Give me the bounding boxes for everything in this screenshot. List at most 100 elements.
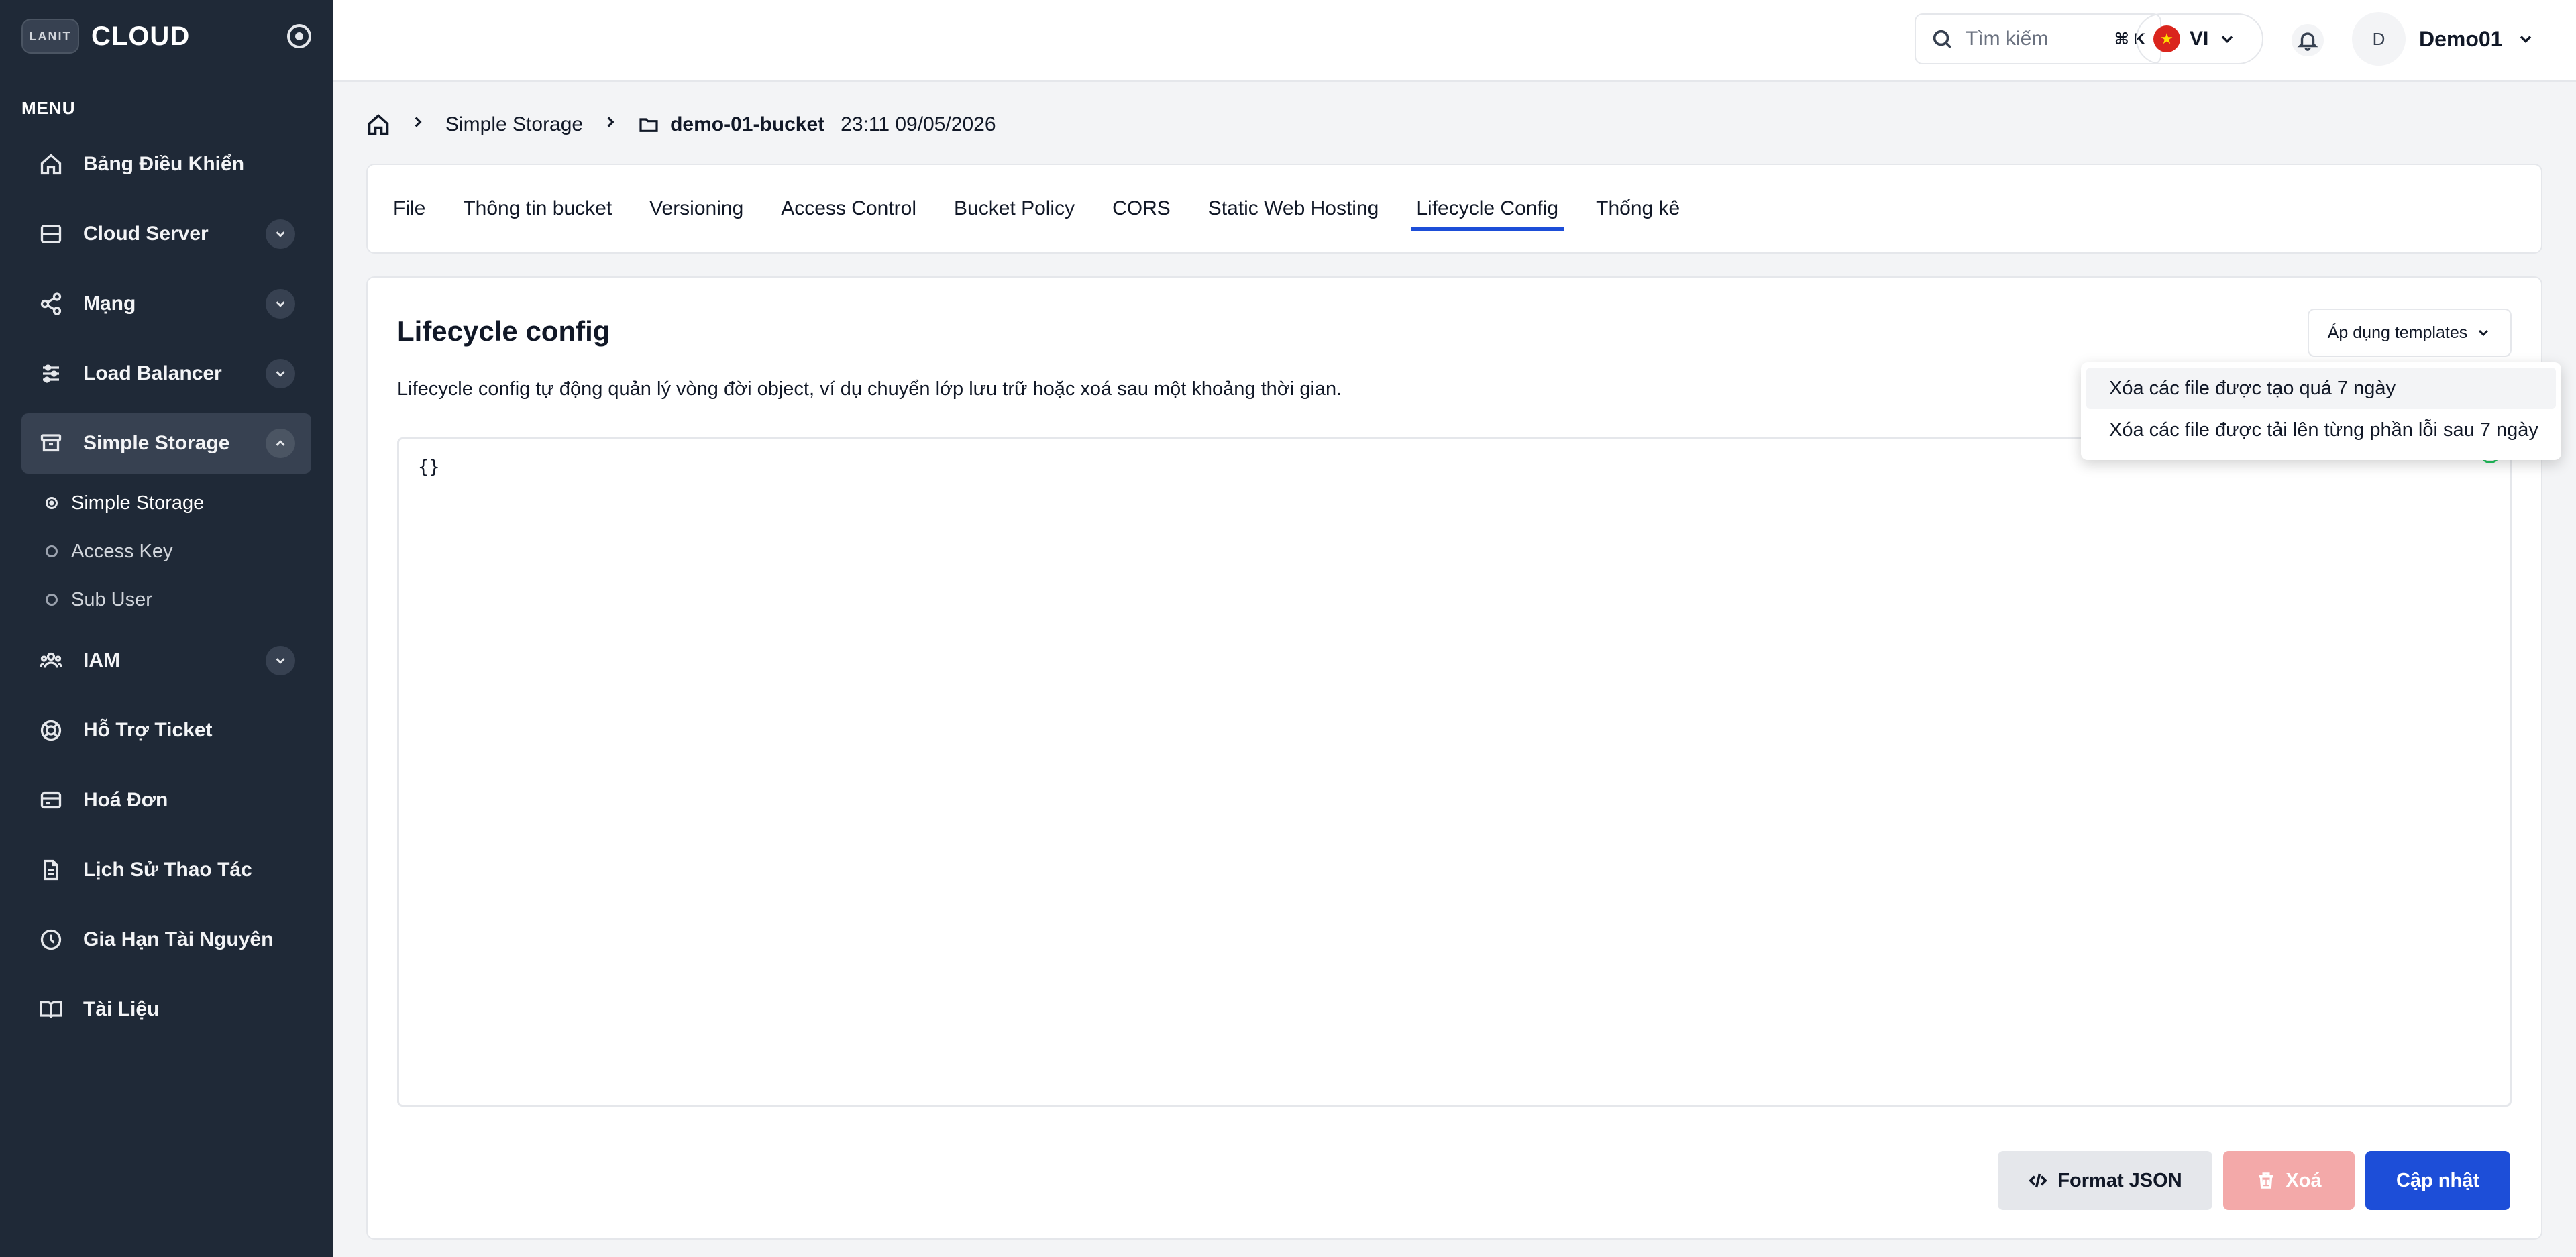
chevron-right-icon (409, 113, 427, 136)
sidebar-item-dashboard[interactable]: Bảng Điều Khiển (21, 134, 311, 195)
username: Demo01 (2419, 26, 2503, 51)
sidebar-item-simple-storage[interactable]: Simple Storage (21, 413, 311, 474)
menu-label: MENU (21, 98, 76, 118)
brand-logo: LANIT (21, 19, 79, 54)
apply-templates-label: Áp dụng templates (2327, 323, 2468, 342)
search-icon (1933, 30, 1952, 49)
storage-subnav: Simple Storage Access Key Sub User (21, 479, 311, 624)
chevron-down-icon (2222, 36, 2233, 43)
document-icon (39, 858, 63, 882)
bucket-name: demo-01-bucket (670, 113, 825, 135)
dot-icon (46, 545, 58, 557)
book-icon (39, 997, 63, 1022)
sidebar-item-iam[interactable]: IAM (21, 631, 311, 691)
sidebar-item-label: Tài Liệu (83, 998, 160, 1020)
subnav-item-label: Access Key (71, 540, 173, 562)
sidebar-item-label: Bảng Điều Khiển (83, 153, 245, 175)
sidebar-item-cloud-server[interactable]: Cloud Server (21, 204, 311, 264)
chevron-down-icon[interactable] (266, 359, 295, 388)
credit-card-icon (39, 788, 63, 812)
tab-bucket-policy[interactable]: Bucket Policy (954, 164, 1075, 254)
lifecycle-description: Lifecycle config tự động quản lý vòng đờ… (397, 378, 1342, 400)
subnav-item-simple-storage[interactable]: Simple Storage (21, 479, 311, 527)
bucket-timestamp: 23:11 09/05/2026 (841, 113, 996, 135)
sidebar-item-support-ticket[interactable]: Hỗ Trợ Ticket (21, 700, 311, 761)
sidebar-item-label: Mạng (83, 292, 136, 315)
subnav-item-access-key[interactable]: Access Key (21, 527, 311, 576)
chevron-down-icon (2520, 36, 2531, 43)
sliders-icon (39, 362, 63, 386)
template-option-delete-multipart-7-days[interactable]: Xóa các file được tải lên từng phần lỗi … (2086, 409, 2556, 451)
sidebar-item-activity-log[interactable]: Lịch Sử Thao Tác (21, 840, 311, 900)
breadcrumb-service-link[interactable]: Simple Storage (445, 113, 583, 136)
tab-cors[interactable]: CORS (1112, 164, 1171, 254)
dot-icon (46, 594, 58, 606)
chevron-down-icon[interactable] (266, 219, 295, 249)
sidebar-nav: Bảng Điều Khiển Cloud Server Mạng Load B… (21, 134, 311, 1049)
avatar: D (2352, 12, 2406, 66)
tab-access-control[interactable]: Access Control (781, 164, 916, 254)
delete-button[interactable]: Xoá (2223, 1151, 2355, 1210)
sidebar-item-load-balancer[interactable]: Load Balancer (21, 343, 311, 404)
chevron-up-icon[interactable] (266, 429, 295, 458)
breadcrumb: Simple Storage demo-01-bucket 23:11 09/0… (366, 113, 996, 137)
dot-icon (46, 497, 58, 509)
search-placeholder: Tìm kiếm (1966, 28, 2049, 50)
sidebar-item-label: Hoá Đơn (83, 789, 168, 811)
chevron-right-icon (602, 113, 619, 136)
lifebuoy-icon (39, 718, 63, 743)
user-menu[interactable]: D Demo01 (2352, 12, 2535, 66)
format-json-button[interactable]: Format JSON (1998, 1151, 2212, 1210)
sidebar-item-documentation[interactable]: Tài Liệu (21, 979, 311, 1040)
bucket-tabs: File Thông tin bucket Versioning Access … (366, 164, 2542, 254)
tab-versioning[interactable]: Versioning (649, 164, 743, 254)
template-option-delete-created-7-days[interactable]: Xóa các file được tạo quá 7 ngày (2086, 368, 2556, 409)
search-input[interactable]: Tìm kiếm ⌘ K (1915, 13, 2161, 64)
tab-file[interactable]: File (393, 164, 425, 254)
sidebar: LANIT CLOUD MENU Bảng Điều Khiển Cloud S… (0, 0, 333, 1257)
top-header: Tìm kiếm ⌘ K ★ VI D Demo01 (333, 0, 2576, 82)
archive-icon (39, 431, 63, 455)
sidebar-item-label: Hỗ Trợ Ticket (83, 719, 213, 741)
share-icon (39, 292, 63, 316)
sidebar-item-network[interactable]: Mạng (21, 274, 311, 334)
brand[interactable]: LANIT CLOUD (21, 19, 190, 54)
tab-lifecycle-config[interactable]: Lifecycle Config (1411, 164, 1564, 254)
subnav-item-label: Simple Storage (71, 492, 205, 514)
server-icon (39, 222, 63, 246)
sidebar-item-label: Simple Storage (83, 432, 230, 454)
subnav-item-sub-user[interactable]: Sub User (21, 576, 311, 624)
breadcrumb-bucket: demo-01-bucket (638, 113, 824, 136)
page-title: Lifecycle config (397, 315, 610, 347)
brand-name: CLOUD (91, 21, 191, 51)
folder-icon (639, 118, 658, 132)
users-icon (39, 649, 63, 673)
chevron-down-icon[interactable] (266, 289, 295, 319)
sidebar-item-label: Lịch Sử Thao Tác (83, 859, 252, 881)
clock-icon (39, 928, 63, 952)
home-icon (39, 152, 63, 176)
code-icon (2029, 1173, 2048, 1188)
notification-bell-icon[interactable] (2292, 24, 2324, 56)
chevron-down-icon[interactable] (266, 646, 295, 675)
update-button[interactable]: Cập nhật (2365, 1151, 2510, 1210)
language-selector[interactable]: ★ VI (2136, 13, 2263, 64)
format-json-label: Format JSON (2057, 1169, 2182, 1191)
tab-bucket-info[interactable]: Thông tin bucket (463, 164, 612, 254)
apply-templates-button[interactable]: Áp dụng templates (2308, 309, 2512, 357)
editor-content: {} (418, 457, 440, 478)
chevron-down-icon (2479, 329, 2489, 337)
json-editor[interactable]: {} (397, 437, 2512, 1107)
sidebar-item-label: Load Balancer (83, 362, 222, 384)
delete-label: Xoá (2286, 1169, 2322, 1191)
sidebar-item-resource-renewal[interactable]: Gia Hạn Tài Nguyên (21, 910, 311, 970)
tab-statistics[interactable]: Thống kê (1596, 164, 1680, 254)
trash-icon (2259, 1172, 2273, 1189)
home-icon[interactable] (366, 113, 390, 137)
vietnam-flag-icon: ★ (2153, 25, 2180, 52)
sidebar-collapse-icon[interactable] (287, 24, 311, 48)
language-code: VI (2190, 28, 2209, 50)
tab-static-web-hosting[interactable]: Static Web Hosting (1208, 164, 1379, 254)
sidebar-item-invoice[interactable]: Hoá Đơn (21, 770, 311, 830)
templates-dropdown: Xóa các file được tạo quá 7 ngày Xóa các… (2081, 362, 2561, 460)
